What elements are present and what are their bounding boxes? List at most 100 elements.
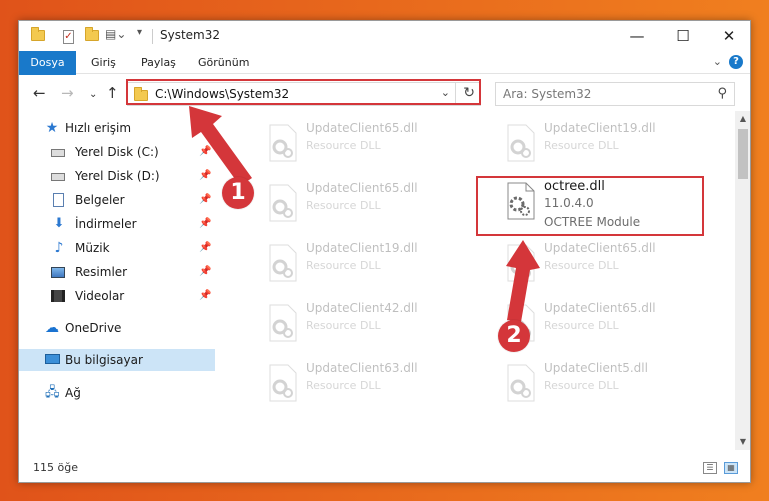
download-icon: ⬇ xyxy=(53,216,65,231)
star-icon: ★ xyxy=(45,120,59,136)
list-item[interactable]: UpdateClient5.dll Resource DLL xyxy=(498,359,718,407)
list-item[interactable]: UpdateClient42.dll Resource DLL xyxy=(260,299,480,347)
ribbon-expand-icon[interactable]: ⌄ xyxy=(713,55,722,68)
sidebar-item-label: OneDrive xyxy=(65,321,122,335)
step-2-badge: 2 xyxy=(498,320,530,352)
sidebar-item-quick-access[interactable]: ★ Hızlı erişim xyxy=(19,117,215,139)
sidebar-item-onedrive[interactable]: ☁ OneDrive xyxy=(19,317,215,339)
search-icon[interactable]: ⚲ xyxy=(717,86,727,101)
list-item[interactable]: UpdateClient65.dll Resource DLL xyxy=(260,119,480,167)
search-input[interactable]: Ara: System32 xyxy=(503,87,591,101)
quick-access-dropdown-icon[interactable]: ▾ xyxy=(137,27,142,45)
sidebar-item-local-disk-c[interactable]: Yerel Disk (C:) 📌 xyxy=(19,141,215,163)
videos-icon xyxy=(51,290,65,302)
sidebar-item-network[interactable]: 🖧 Ağ xyxy=(19,382,215,404)
list-item[interactable]: UpdateClient19.dll Resource DLL xyxy=(498,119,718,167)
file-name: UpdateClient65.dll xyxy=(544,301,656,315)
help-icon[interactable]: ? xyxy=(729,55,743,69)
dll-file-icon xyxy=(269,364,297,402)
search-box[interactable]: Ara: System32 ⚲ xyxy=(495,82,735,106)
sidebar-item-label: İndirmeler xyxy=(75,217,137,231)
file-type: Resource DLL xyxy=(306,319,381,332)
back-button[interactable]: ← xyxy=(33,84,46,102)
dll-file-icon xyxy=(507,124,535,162)
tab-view[interactable]: Görünüm xyxy=(198,51,249,74)
pin-icon[interactable]: 📌 xyxy=(199,237,211,259)
drive-icon xyxy=(51,173,65,181)
pin-icon[interactable]: 📌 xyxy=(199,213,211,235)
close-button[interactable]: ✕ xyxy=(706,21,750,51)
file-name: UpdateClient19.dll xyxy=(306,241,418,255)
vertical-scrollbar[interactable]: ▲ ▼ xyxy=(735,111,750,450)
drive-icon xyxy=(51,149,65,157)
up-button[interactable]: ↑ xyxy=(106,84,119,102)
sidebar-item-label: Resimler xyxy=(75,265,128,279)
sidebar-item-label: Hızlı erişim xyxy=(65,121,132,135)
music-icon: ♪ xyxy=(54,240,64,256)
list-item[interactable]: UpdateClient65.dll Resource DLL xyxy=(498,239,718,287)
dll-file-icon xyxy=(269,184,297,222)
dll-file-icon xyxy=(507,244,535,282)
file-type: Resource DLL xyxy=(306,379,381,392)
list-item[interactable]: UpdateClient65.dll Resource DLL xyxy=(498,299,718,347)
title-separator xyxy=(152,29,153,44)
tab-share[interactable]: Paylaş xyxy=(141,51,176,74)
sidebar-item-label: Videolar xyxy=(75,289,125,303)
pin-icon[interactable]: 📌 xyxy=(199,141,211,163)
pin-icon[interactable]: 📌 xyxy=(199,165,211,187)
sidebar-item-videos[interactable]: Videolar 📌 xyxy=(19,285,215,307)
tab-home[interactable]: Giriş xyxy=(91,51,116,74)
pin-icon[interactable]: 📌 xyxy=(199,285,211,307)
sidebar-item-label: Yerel Disk (D:) xyxy=(75,169,160,183)
file-name: UpdateClient65.dll xyxy=(544,241,656,255)
properties-check-icon[interactable]: ✓ xyxy=(63,28,74,46)
details-view-icon[interactable]: ☰ xyxy=(703,462,717,474)
dll-file-icon xyxy=(269,304,297,342)
file-name: UpdateClient65.dll xyxy=(306,181,418,195)
folder-icon[interactable] xyxy=(31,27,45,48)
dll-file-icon xyxy=(269,244,297,282)
sidebar-item-downloads[interactable]: ⬇ İndirmeler 📌 xyxy=(19,213,215,235)
file-type: Resource DLL xyxy=(544,319,619,332)
recent-locations-button[interactable]: ⌄ xyxy=(89,86,97,104)
minimize-button[interactable]: — xyxy=(614,21,660,51)
pin-icon[interactable]: 📌 xyxy=(199,261,211,283)
list-item[interactable]: UpdateClient19.dll Resource DLL xyxy=(260,239,480,287)
sidebar-item-documents[interactable]: Belgeler 📌 xyxy=(19,189,215,211)
file-name: UpdateClient5.dll xyxy=(544,361,648,375)
customize-icon[interactable]: ▤⌄ xyxy=(105,27,126,45)
file-highlight-box xyxy=(476,176,704,236)
scroll-down-icon[interactable]: ▼ xyxy=(735,434,750,450)
step-1-badge: 1 xyxy=(222,177,254,209)
scroll-up-icon[interactable]: ▲ xyxy=(735,111,750,127)
scrollbar-thumb[interactable] xyxy=(738,129,748,179)
list-item[interactable]: UpdateClient63.dll Resource DLL xyxy=(260,359,480,407)
list-item[interactable]: UpdateClient65.dll Resource DLL xyxy=(260,179,480,227)
file-list: UpdateClient65.dll Resource DLL UpdateCl… xyxy=(215,111,735,450)
sidebar-item-pictures[interactable]: Resimler 📌 xyxy=(19,261,215,283)
cloud-icon: ☁ xyxy=(45,320,59,336)
tiles-view-icon[interactable]: ▦ xyxy=(724,462,738,474)
sidebar-item-label: Müzik xyxy=(75,241,110,255)
sidebar-item-this-pc[interactable]: Bu bilgisayar xyxy=(19,349,215,371)
file-name: UpdateClient65.dll xyxy=(306,121,418,135)
file-type: Resource DLL xyxy=(306,199,381,212)
sidebar-item-label: Belgeler xyxy=(75,193,125,207)
pin-icon[interactable]: 📌 xyxy=(199,189,211,211)
window-title: System32 xyxy=(160,28,221,42)
network-icon: 🖧 xyxy=(45,385,60,400)
sidebar-item-music[interactable]: ♪ Müzik 📌 xyxy=(19,237,215,259)
computer-icon xyxy=(45,354,60,364)
new-folder-icon[interactable] xyxy=(85,27,99,48)
file-type: Resource DLL xyxy=(306,259,381,272)
file-name: UpdateClient42.dll xyxy=(306,301,418,315)
sidebar-item-label: Bu bilgisayar xyxy=(65,353,143,367)
sidebar-item-local-disk-d[interactable]: Yerel Disk (D:) 📌 xyxy=(19,165,215,187)
file-type: Resource DLL xyxy=(544,379,619,392)
status-bar: 115 öğe ☰ ▦ xyxy=(19,454,750,482)
file-type: Resource DLL xyxy=(306,139,381,152)
maximize-button[interactable]: ☐ xyxy=(660,21,706,51)
document-icon xyxy=(53,193,64,207)
dll-file-icon xyxy=(269,124,297,162)
forward-button[interactable]: → xyxy=(61,84,74,102)
